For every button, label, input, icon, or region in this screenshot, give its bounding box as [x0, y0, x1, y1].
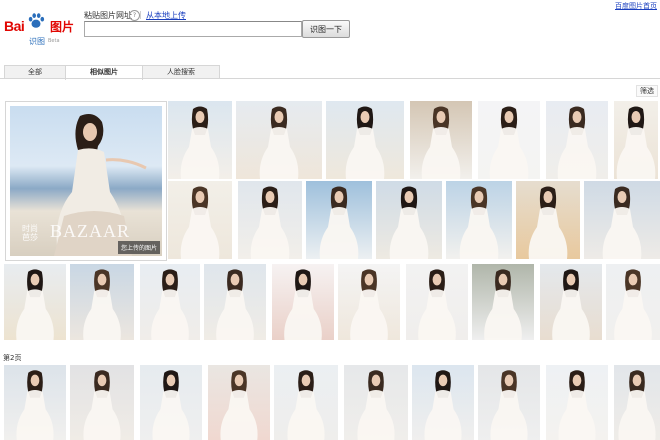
bride-figure — [284, 269, 322, 340]
uploaded-image: 时尚 芭莎 BAZAAR — [10, 106, 162, 256]
similar-image-thumbnail[interactable] — [344, 365, 408, 440]
logo-text-bai: Bai — [4, 18, 25, 34]
bride-figure — [259, 106, 299, 179]
paw-icon — [28, 13, 45, 28]
similar-image-thumbnail[interactable] — [208, 365, 270, 440]
bride-figure — [484, 269, 522, 340]
similar-image-thumbnail[interactable] — [306, 181, 372, 259]
similar-image-thumbnail[interactable] — [614, 365, 660, 440]
bride-figure — [216, 269, 254, 340]
similar-image-thumbnail[interactable] — [168, 181, 232, 259]
similar-image-thumbnail[interactable] — [236, 101, 322, 179]
baidu-image-home-link[interactable]: 百度图片首页 — [615, 1, 657, 11]
similar-image-thumbnail[interactable] — [168, 101, 232, 179]
similar-image-thumbnail[interactable] — [614, 101, 658, 179]
similar-image-thumbnail[interactable] — [546, 365, 608, 440]
bride-figure — [424, 370, 462, 440]
bride-figure — [350, 269, 388, 340]
logo-subtitle: 识图 — [29, 37, 45, 46]
paste-url-label: 粘贴图片网址 — [84, 11, 132, 20]
tab-all[interactable]: 全部 — [4, 65, 66, 79]
bride-figure — [557, 106, 597, 179]
bride-figure — [151, 269, 189, 340]
tabs-divider — [0, 78, 660, 79]
filter-button[interactable]: 筛选 — [636, 85, 658, 97]
similar-image-thumbnail[interactable] — [326, 101, 404, 179]
bride-figure — [83, 269, 121, 340]
baidu-logo[interactable]: Bai 图片 识图 Beta — [4, 11, 74, 47]
similar-image-thumbnail[interactable] — [446, 181, 512, 259]
bride-figure — [220, 370, 258, 440]
similar-image-thumbnail[interactable] — [606, 264, 660, 340]
bride-figure — [180, 186, 220, 259]
similar-image-thumbnail[interactable] — [204, 264, 266, 340]
similar-image-thumbnail[interactable] — [4, 365, 66, 440]
similar-image-thumbnail[interactable] — [140, 264, 200, 340]
similar-image-thumbnail[interactable] — [412, 365, 474, 440]
similar-image-thumbnail[interactable] — [410, 101, 472, 179]
bride-figure — [459, 186, 499, 259]
similar-image-thumbnail[interactable] — [478, 101, 540, 179]
bride-figure — [558, 370, 596, 440]
tab-face-search[interactable]: 人脸搜索 — [142, 65, 220, 79]
logo-text-pic: 图片 — [50, 20, 75, 34]
bride-figure — [489, 106, 529, 179]
bride-figure — [345, 106, 385, 179]
bride-figure — [180, 106, 220, 179]
similar-image-thumbnail[interactable] — [70, 365, 134, 440]
similar-image-thumbnail[interactable] — [540, 264, 602, 340]
uploaded-image-badge: 您上传的图片 — [117, 241, 160, 254]
bride-figure — [357, 370, 395, 440]
similar-image-thumbnail[interactable] — [140, 365, 202, 440]
bride-figure — [287, 370, 325, 440]
bride-figure — [421, 106, 461, 179]
page-2-label: 第2页 — [3, 354, 22, 362]
similar-image-thumbnail[interactable] — [516, 181, 580, 259]
similar-image-thumbnail[interactable] — [338, 264, 400, 340]
bride-figure — [83, 370, 121, 440]
similar-image-thumbnail[interactable] — [472, 264, 534, 340]
uploaded-image-frame[interactable]: 时尚 芭莎 BAZAAR 您上传的图片 — [5, 101, 167, 261]
similar-image-thumbnail[interactable] — [584, 181, 660, 259]
bride-figure — [16, 370, 54, 440]
bride-figure — [389, 186, 429, 259]
bride-figure — [418, 269, 456, 340]
similar-image-thumbnail[interactable] — [238, 181, 302, 259]
similar-image-thumbnail[interactable] — [376, 181, 442, 259]
similar-image-thumbnail[interactable] — [4, 264, 66, 340]
bride-figure — [552, 269, 590, 340]
bride-figure — [16, 269, 54, 340]
similar-image-thumbnail[interactable] — [478, 365, 540, 440]
bride-figure — [618, 370, 656, 440]
watermark-bazaar: BAZAAR — [50, 221, 131, 241]
bride-figure — [490, 370, 528, 440]
upload-local-link[interactable]: 从本地上传 — [146, 10, 186, 21]
similar-image-thumbnail[interactable] — [274, 365, 338, 440]
bride-figure — [616, 106, 656, 179]
similar-image-thumbnail[interactable] — [406, 264, 468, 340]
bride-figure — [614, 269, 652, 340]
image-url-input[interactable] — [84, 21, 302, 37]
separator: | — [139, 10, 142, 19]
bride-figure — [602, 186, 642, 259]
similar-image-thumbnail[interactable] — [546, 101, 608, 179]
watermark-cn: 时尚 芭莎 — [22, 224, 38, 242]
bride-figure — [250, 186, 290, 259]
bride-figure — [319, 186, 359, 259]
similar-image-thumbnail[interactable] — [70, 264, 134, 340]
logo-beta: Beta — [48, 38, 60, 44]
search-image-button[interactable]: 识图一下 — [302, 20, 350, 38]
similar-image-thumbnail[interactable] — [272, 264, 334, 340]
bride-figure — [152, 370, 190, 440]
bride-figure — [528, 186, 568, 259]
